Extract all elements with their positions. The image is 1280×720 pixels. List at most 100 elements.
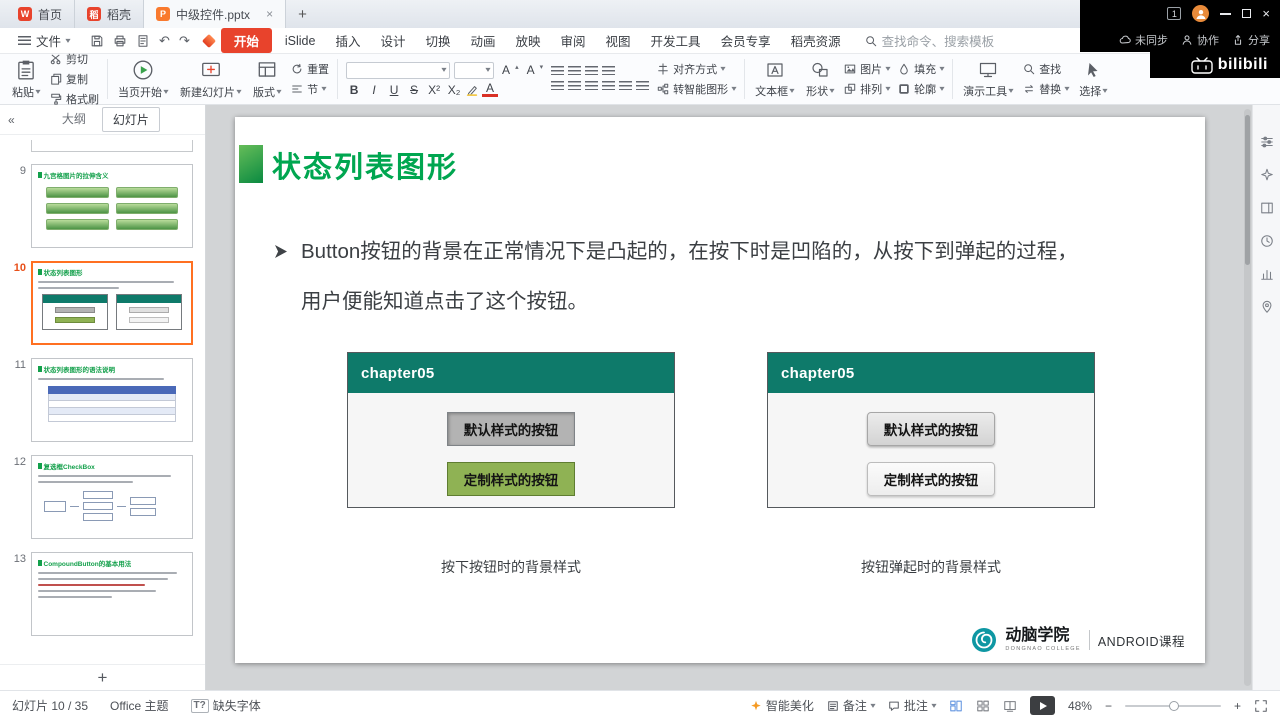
home-tab[interactable]: W 首页 [6, 0, 76, 28]
play-from-current-button[interactable]: 当页开始 ▾ [112, 55, 174, 103]
font-color-button[interactable]: A [482, 82, 499, 97]
shrink-font-button[interactable]: A ▾ [523, 63, 544, 77]
scrollbar-thumb[interactable] [1245, 115, 1250, 265]
location-pin-icon[interactable] [1260, 300, 1274, 314]
arrange-button[interactable]: 排列 ▾ [840, 80, 894, 98]
missing-font-indicator[interactable]: T? 缺失字体 [190, 697, 261, 714]
zoom-slider[interactable] [1124, 700, 1221, 711]
outline-button[interactable]: 轮廓 ▾ [894, 80, 948, 98]
clock-icon[interactable] [1260, 234, 1274, 248]
ribbon-tab-slideshow[interactable]: 放映 [506, 28, 551, 53]
align-left-icon[interactable] [551, 81, 565, 92]
save-icon[interactable] [90, 34, 104, 48]
bullet-list-icon[interactable] [551, 66, 565, 77]
docer-diamond-icon[interactable] [201, 33, 216, 48]
zoom-out-button[interactable]: − [1105, 699, 1112, 713]
convert-smartart-button[interactable]: 转智能图形 ▾ [653, 80, 740, 98]
properties-sliders-icon[interactable] [1260, 135, 1274, 149]
comments-button[interactable]: 批注 ▾ [888, 697, 937, 714]
smart-beautify-button[interactable]: 智能美化 [750, 697, 814, 714]
fill-button[interactable]: 填充 ▾ [894, 60, 948, 78]
canvas-scrollbar[interactable] [1244, 109, 1251, 686]
print-preview-icon[interactable] [136, 34, 150, 48]
subscript-button[interactable]: X₂ [446, 83, 462, 97]
align-center-icon[interactable] [568, 81, 582, 92]
bold-button[interactable]: B [346, 83, 362, 97]
ribbon-tab-docer-resources[interactable]: 稻壳资源 [781, 28, 851, 53]
reset-button[interactable]: 重置 [287, 60, 333, 78]
fit-to-window-button[interactable] [1254, 699, 1268, 713]
ribbon-tab-transition[interactable]: 切换 [415, 28, 460, 53]
zoom-level[interactable]: 48% [1068, 699, 1092, 713]
close-tab-icon[interactable]: × [266, 7, 273, 21]
user-avatar[interactable] [1192, 5, 1210, 22]
undo-icon[interactable]: ↶ [159, 34, 170, 47]
minimize-button[interactable] [1220, 12, 1232, 15]
zoom-slider-handle[interactable] [1168, 700, 1179, 711]
superscript-button[interactable]: X² [426, 83, 442, 97]
ribbon-tab-review[interactable]: 审阅 [551, 28, 596, 53]
section-button[interactable]: 节 ▾ [287, 80, 333, 98]
notification-badge[interactable]: 1 [1167, 7, 1182, 20]
collapse-panel-button[interactable]: « [8, 113, 15, 127]
ribbon-tab-view[interactable]: 视图 [596, 28, 641, 53]
tab-slides[interactable]: 幻灯片 [101, 107, 160, 132]
ribbon-tab-member[interactable]: 会员专享 [711, 28, 781, 53]
panel-icon[interactable] [1260, 201, 1274, 215]
collaborate-button[interactable]: 协作 [1181, 32, 1219, 48]
theme-name[interactable]: Office 主题 [110, 697, 168, 714]
sync-status[interactable]: 未同步 [1119, 32, 1168, 48]
highlight-pen-icon[interactable] [466, 84, 478, 96]
slide-body-text[interactable]: Button按钮的背景在正常情况下是凸起的，在按下时是凹陷的，从按下到弹起的过程… [275, 227, 1111, 327]
slide-thumbnail-10-selected[interactable]: 10 状态列表图形 [6, 261, 193, 345]
close-window-button[interactable]: × [1262, 7, 1270, 20]
italic-button[interactable]: I [366, 83, 382, 97]
add-slide-button[interactable]: + [0, 664, 205, 690]
new-tab-button[interactable]: + [286, 6, 319, 23]
new-slide-button[interactable]: 新建幻灯片 ▾ [174, 55, 247, 103]
redo-icon[interactable]: ↷ [179, 34, 190, 47]
slideshow-play-button[interactable] [1029, 696, 1055, 715]
slide-thumbnail-9[interactable]: 9 九宫格图片的拉伸含义 [6, 164, 193, 248]
thumbnail-partial[interactable] [31, 140, 193, 152]
slide-sorter-view-button[interactable] [976, 699, 990, 713]
picture-button[interactable]: 图片 ▾ [840, 60, 894, 78]
distribute-icon[interactable] [619, 81, 633, 92]
shapes-button[interactable]: 形状 ▾ [800, 55, 840, 103]
reading-view-button[interactable] [1003, 699, 1017, 713]
increase-indent-icon[interactable] [602, 66, 616, 77]
font-size-combo[interactable]: ▾ [454, 61, 495, 79]
zoom-in-button[interactable]: + [1234, 699, 1241, 713]
presentation-tools-button[interactable]: 演示工具 ▾ [957, 55, 1019, 103]
underline-button[interactable]: U [386, 83, 402, 97]
slide-thumbnail-13[interactable]: 13 CompoundButton的基本用法 [6, 552, 193, 636]
app-screenshot-pressed[interactable]: chapter05 默认样式的按钮 定制样式的按钮 [347, 352, 675, 508]
share-button[interactable]: 分享 [1232, 32, 1270, 48]
notes-button[interactable]: 备注 ▾ [827, 697, 876, 714]
ribbon-tab-design[interactable]: 设计 [370, 28, 415, 53]
align-objects-button[interactable]: 对齐方式 ▾ [653, 60, 740, 78]
ribbon-tab-animation[interactable]: 动画 [460, 28, 505, 53]
document-tab[interactable]: P 中级控件.pptx × [144, 0, 287, 28]
file-menu-button[interactable]: 文件 ▾ [8, 31, 80, 50]
command-search[interactable]: 查找命令、搜索模板 [865, 31, 994, 50]
select-button[interactable]: 选择 ▾ [1073, 55, 1113, 103]
tab-outline[interactable]: 大纲 [52, 107, 96, 132]
copy-button[interactable]: 复制 [46, 70, 103, 88]
ribbon-tab-insert[interactable]: 插入 [325, 28, 370, 53]
sparkle-icon[interactable] [1260, 168, 1274, 182]
textbox-button[interactable]: 文本框 ▾ [749, 55, 800, 103]
align-right-icon[interactable] [585, 81, 599, 92]
maximize-button[interactable] [1242, 9, 1252, 18]
replace-button[interactable]: 替换 ▾ [1019, 80, 1073, 98]
slide-thumbnail-12[interactable]: 12 复选框CheckBox [6, 455, 193, 539]
chart-icon[interactable] [1260, 267, 1274, 281]
decrease-indent-icon[interactable] [585, 66, 599, 77]
strikethrough-button[interactable]: S [406, 83, 422, 97]
find-button[interactable]: 查找 [1019, 60, 1073, 78]
paste-button[interactable]: 粘贴 ▾ [6, 55, 46, 103]
cut-button[interactable]: 剪切 [46, 50, 103, 68]
slide-thumbnail-11[interactable]: 11 状态列表图形的语法说明 [6, 358, 193, 442]
font-name-combo[interactable]: ▾ [346, 61, 451, 79]
slide-10-editing-surface[interactable]: 状态列表图形 Button按钮的背景在正常情况下是凸起的，在按下时是凹陷的，从按… [235, 117, 1205, 663]
